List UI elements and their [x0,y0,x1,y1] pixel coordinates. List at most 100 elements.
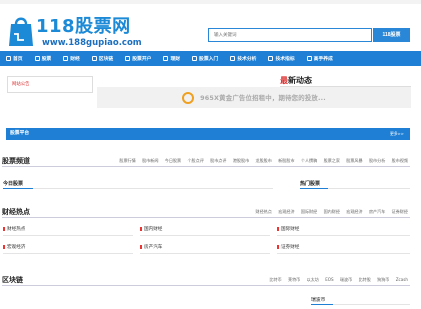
nav-item-indicators[interactable]: 技术指标 [268,55,295,62]
nav-item-blockchain[interactable]: 区块链 [91,55,114,62]
finance-link[interactable]: 宏观经济 [346,209,362,214]
nav-label: 理财 [170,57,181,62]
nav-label: 高手养成 [313,57,333,62]
today-stock-title[interactable]: 今日股票 [3,180,23,187]
nav-item-home[interactable]: 首页 [6,55,23,62]
channel-link[interactable]: 股市视频 [392,158,408,163]
channel-link[interactable]: 今日股票 [165,158,181,163]
category-line [3,253,133,254]
ad-banner[interactable]: 965X黄金广告位招租中，期待您的投放... [97,87,411,108]
category-line [140,253,270,254]
channel-link[interactable]: 股票行情 [119,158,135,163]
nav-label: 财经 [70,57,80,62]
bullet-icon [277,244,279,249]
channel-link[interactable]: 股市分析 [369,158,385,163]
bullet-icon [140,244,142,249]
bullet-icon [140,226,142,231]
finance-category[interactable]: 国内财经 [140,226,162,232]
channel-link[interactable]: 新股股市 [278,158,294,163]
ripple-line [333,304,410,305]
blockchain-link[interactable]: 比特币 [269,277,281,282]
category-label: 国内财经 [144,227,163,232]
site-logo[interactable]: 118股票网 www.188gupiao.com [6,8,166,48]
top-strip [0,0,421,4]
finance-header: 财经热点 财经热点 宏观经济 国际财经 国内财经 宏观经济 房产汽车 证券财经 [0,206,421,218]
category-line [3,235,133,236]
channel-link[interactable]: 股票之家 [324,158,340,163]
chart-icon [34,56,40,61]
news-title-rest: 新动态 [288,76,312,85]
nav-item-account[interactable]: 股票开户 [125,55,151,62]
bullet-icon [3,226,5,231]
channel-link[interactable]: 港股股市 [233,158,249,163]
finance-link[interactable]: 证券财经 [392,209,408,214]
nav-item-beginner[interactable]: 股票入门 [192,55,218,62]
ad-text: 965X黄金广告位招租中，期待您的投放... [200,94,326,102]
hot-stock-underline [300,188,328,189]
nav-label: 股票 [41,57,52,62]
book-icon [192,56,198,61]
nav-label: 首页 [13,57,23,62]
nav-item-analysis[interactable]: 技术分析 [230,55,256,62]
blockchain-header: 区块链 比特币 莱特币 以太坊 EOS 瑞波币 比特股 狗狗币 Zcash [0,274,421,286]
search-input[interactable] [208,28,372,42]
blockchain-link[interactable]: 比特股 [359,277,371,282]
wealth-icon [163,56,169,61]
finance-category[interactable]: 证券财经 [277,244,299,250]
finance-category[interactable]: 财经热点 [3,226,25,232]
channel-link[interactable]: 龙股股市 [256,158,272,163]
section-divider [2,166,410,167]
nav-item-finance[interactable]: 财经 [63,55,80,62]
channel-link[interactable]: 股市新闻 [142,158,158,163]
finance-link[interactable]: 国内财经 [324,209,340,214]
nav-item-wealth[interactable]: 理财 [163,55,180,62]
notice-box[interactable]: 网站公告 [7,76,93,93]
hot-stock-title[interactable]: 热门股票 [300,180,320,187]
finance-link[interactable]: 财经热点 [256,209,272,214]
channel-link[interactable]: 股票风暴 [346,158,362,163]
notice-text: 网站公告 [12,82,30,87]
today-stock-line [33,188,273,189]
ad-circle-icon [182,91,195,104]
bullet-icon [3,244,5,249]
blockchain-link[interactable]: 瑞波币 [340,277,352,282]
nav-item-expert[interactable]: 高手养成 [306,55,333,62]
channel-link[interactable]: 个股点评 [187,158,203,163]
logo-name: 118股票网 [36,16,131,37]
ripple-title[interactable]: 瑞波币 [311,296,325,303]
channel-link[interactable]: 个人撰稿 [301,158,317,163]
category-label: 房产汽车 [144,245,163,250]
blockchain-link[interactable]: 以太坊 [307,277,319,282]
indicator-icon [268,56,274,61]
news-title-highlight: 最 [280,76,288,85]
category-line [277,253,410,254]
nav-label: 股票开户 [132,57,152,62]
ripple-underline [311,304,333,305]
nav-item-stock[interactable]: 股票 [34,55,52,62]
finance-link[interactable]: 房产汽车 [369,209,385,214]
blockchain-link[interactable]: EOS [325,277,333,282]
stock-platform-bar: 股票平台 更多>> [6,128,410,140]
finance-category[interactable]: 宏观经济 [3,244,25,250]
finance-link[interactable]: 国际财经 [301,209,317,214]
more-link[interactable]: 更多>> [390,128,404,140]
finance-link[interactable]: 宏观经济 [278,209,294,214]
analysis-icon [230,56,236,61]
nav-label: 区块链 [98,57,114,62]
blockchain-link[interactable]: 狗狗币 [377,277,389,282]
stock-channel-header: 股票频道 股票行情 股市新闻 今日股票 个股点评 股市点评 港股股市 龙股股市 … [0,155,421,167]
hot-stock-line [328,188,410,189]
finance-category[interactable]: 国际财经 [277,226,299,232]
main-nav: 首页 股票 财经 区块链 股票开户 理财 股票入门 技术分析 技术指标 高手养成 [0,51,421,66]
finance-category[interactable]: 房产汽车 [140,244,162,250]
expert-icon [306,56,312,61]
nav-label: 技术分析 [237,57,257,62]
blockchain-icon [91,56,97,61]
category-line [140,235,270,236]
bullet-icon [277,226,279,231]
blockchain-link[interactable]: 莱特币 [288,277,300,282]
section-divider [2,217,410,218]
blockchain-link[interactable]: Zcash [396,277,408,282]
channel-link[interactable]: 股市点评 [210,158,226,163]
search-button[interactable]: 118股票 [373,28,410,42]
